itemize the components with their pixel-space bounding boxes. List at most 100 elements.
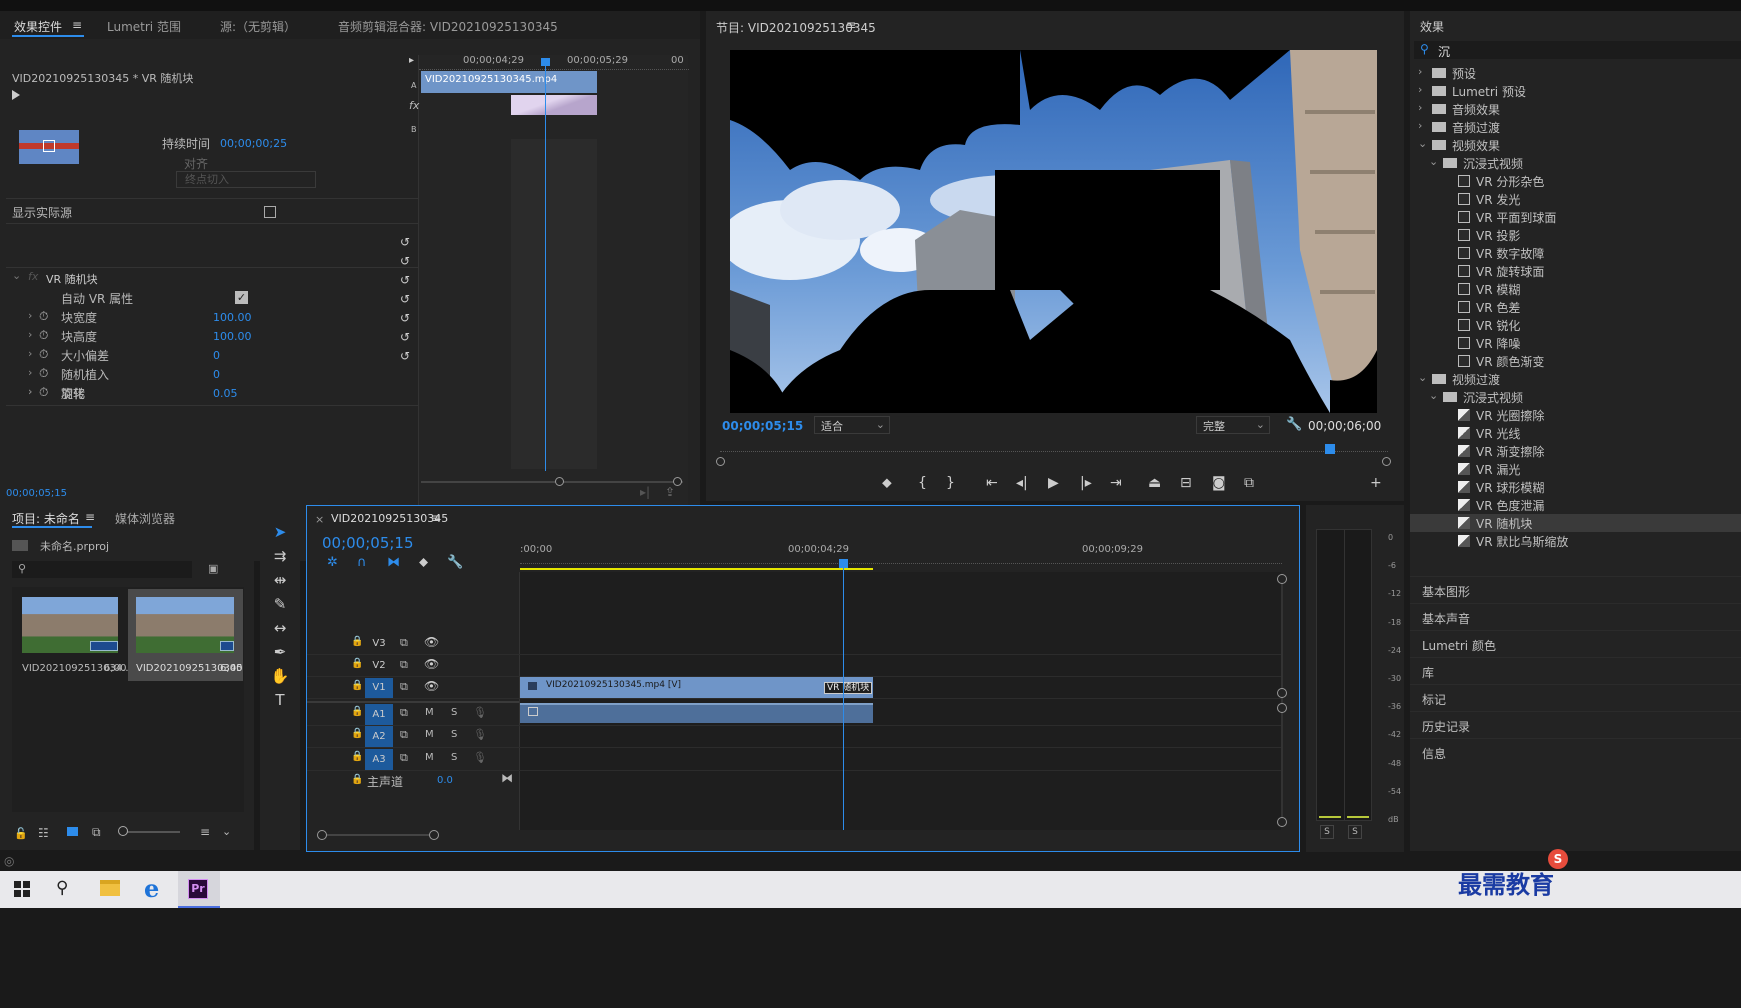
show-source-checkbox[interactable] <box>264 206 276 218</box>
side-panel-item[interactable]: 基本声音 <box>1410 603 1741 630</box>
effects-tree-item[interactable]: VR 光圈擦除 <box>1410 406 1741 424</box>
stopwatch-icon[interactable]: ⏱ <box>39 347 48 362</box>
play-icon[interactable]: ▶ <box>1048 475 1059 491</box>
param-value[interactable]: 0.05 <box>213 387 238 400</box>
track-lock-icon[interactable]: 🔒 <box>351 680 363 691</box>
snap-icon[interactable]: ∩ <box>357 555 367 570</box>
eye-icon[interactable]: 👁 <box>424 635 439 649</box>
ec-timecode[interactable]: 00;00;05;15 <box>6 488 67 499</box>
nest-icon[interactable]: ✲ <box>327 555 338 570</box>
sync-lock-icon[interactable]: ⧉ <box>400 680 408 694</box>
mute-button[interactable]: M <box>425 752 434 763</box>
effects-tree-item[interactable]: VR 颜色渐变 <box>1410 352 1741 370</box>
track-target-A3[interactable]: A3 <box>365 749 393 770</box>
param-expand-icon[interactable]: › <box>28 328 32 341</box>
extract-icon[interactable]: ⊟ <box>1180 475 1192 491</box>
project-menu-icon[interactable]: ≡ <box>85 510 95 524</box>
track-target-V3[interactable]: V3 <box>365 634 393 654</box>
effects-tree-item[interactable]: VR 旋转球面 <box>1410 262 1741 280</box>
timeline-playhead[interactable] <box>843 560 844 830</box>
lift-icon[interactable]: ⏏ <box>1148 475 1161 491</box>
effects-tree-item[interactable]: VR 平面到球面 <box>1410 208 1741 226</box>
eye-icon[interactable]: 👁 <box>424 657 439 671</box>
effects-tree-item[interactable]: VR 模糊 <box>1410 280 1741 298</box>
fit-dropdown[interactable]: 适合 ⌄ <box>814 416 890 434</box>
add-button-icon[interactable]: + <box>1370 475 1382 491</box>
expand-arrow-icon[interactable]: ⌄ <box>1418 371 1427 384</box>
transition-marker[interactable]: VR 随机块 <box>824 682 873 694</box>
track-target-V1[interactable]: V1 <box>365 678 393 698</box>
selection-tool-icon[interactable]: ➤ <box>270 523 290 543</box>
track-target-A1[interactable]: A1 <box>365 704 393 725</box>
reset-icon[interactable]: ↺ <box>400 235 410 249</box>
tab-audio-clip-mixer[interactable]: 音频剪辑混合器: VID20210925130345 <box>338 18 558 35</box>
a1-clip[interactable] <box>520 703 873 723</box>
pen-tool-icon[interactable]: ✒ <box>270 643 290 663</box>
effects-tree-item[interactable]: ⌄ 视频过渡 <box>1410 370 1741 388</box>
edge-icon[interactable]: e <box>144 874 159 903</box>
new-bin-icon[interactable]: ▣ <box>208 562 218 575</box>
tab-project[interactable]: 项目: 未命名 <box>12 510 80 527</box>
stopwatch-icon[interactable]: ⏱ <box>39 366 48 381</box>
solo-button[interactable]: S <box>451 752 457 763</box>
param-value[interactable]: 100.00 <box>213 330 252 343</box>
slip-tool-icon[interactable]: ↔ <box>270 619 290 639</box>
effects-tree-item[interactable]: ⌄ 沉浸式视频 <box>1410 154 1741 172</box>
sort-icon[interactable]: ≡ <box>200 825 210 839</box>
project-item-1[interactable]: VID2021092513034... 6;00 <box>14 589 132 681</box>
add-marker-icon[interactable]: ⬥ <box>419 555 428 570</box>
master-link-icon[interactable]: ⧓ <box>501 771 513 785</box>
tab-lumetri-scopes[interactable]: Lumetri 范围 <box>107 18 181 35</box>
track-target-V2[interactable]: V2 <box>365 656 393 676</box>
zoom-slider[interactable] <box>122 831 180 833</box>
type-tool-icon[interactable]: T <box>270 691 290 711</box>
ripple-edit-tool-icon[interactable]: ⇹ <box>270 571 290 591</box>
expand-arrow-icon[interactable]: › <box>1418 65 1422 78</box>
file-explorer-icon[interactable] <box>100 880 120 896</box>
sync-lock-icon[interactable]: ⧉ <box>400 751 408 765</box>
voiceover-icon[interactable]: 🎙 <box>473 706 487 719</box>
lock-icon[interactable]: 🔓 <box>14 827 28 840</box>
tab-media-browser[interactable]: 媒体浏览器 <box>115 510 175 527</box>
expand-arrow-icon[interactable]: › <box>1418 83 1422 96</box>
mini-scrollbar[interactable] <box>421 481 683 483</box>
side-panel-item[interactable]: 信息 <box>1410 738 1741 765</box>
step-forward-icon[interactable]: |▸ <box>1080 475 1092 491</box>
voiceover-icon[interactable]: 🎙 <box>473 728 487 741</box>
mute-button[interactable]: M <box>425 729 434 740</box>
effects-tree-item[interactable]: ⌄ 视频效果 <box>1410 136 1741 154</box>
windows-start-icon[interactable] <box>14 881 30 897</box>
stopwatch-icon[interactable]: ⏱ <box>39 309 48 324</box>
param-expand-icon[interactable]: › <box>28 366 32 379</box>
premiere-taskbar-item[interactable]: Pr <box>178 871 220 908</box>
program-playhead[interactable] <box>1325 444 1335 454</box>
mute-button[interactable]: M <box>425 707 434 718</box>
track-lock-icon[interactable]: 🔒 <box>351 706 363 717</box>
track-lock-icon[interactable]: 🔒 <box>351 751 363 762</box>
track-select-tool-icon[interactable]: ⇉ <box>270 547 290 567</box>
effects-tree-item[interactable]: VR 锐化 <box>1410 316 1741 334</box>
expand-arrow-icon[interactable]: ⌄ <box>1429 389 1438 402</box>
reset-icon[interactable]: ↺ <box>400 292 410 306</box>
icon-view-icon[interactable] <box>67 827 78 836</box>
effects-search[interactable]: ⚲ 沉 <box>1414 41 1741 59</box>
effects-tree-item[interactable]: VR 漏光 <box>1410 460 1741 478</box>
razor-tool-icon[interactable]: ✎ <box>270 595 290 615</box>
compare-icon[interactable]: ⧉ <box>1244 475 1254 491</box>
go-to-out-icon[interactable]: ⇥ <box>1110 475 1122 491</box>
timeline-timecode[interactable]: 00;00;05;15 <box>322 534 414 552</box>
effect-expand-icon[interactable]: ⌄ <box>12 269 21 282</box>
linked-selection-icon[interactable]: ⧓ <box>387 555 400 570</box>
sync-lock-icon[interactable]: ⧉ <box>400 706 408 720</box>
voiceover-icon[interactable]: 🎙 <box>473 751 487 764</box>
project-item-2[interactable]: VID20210925130345 6;00 <box>128 589 243 681</box>
effects-tree-item[interactable]: VR 球形模糊 <box>1410 478 1741 496</box>
go-to-in-icon[interactable]: ⇤ <box>986 475 998 491</box>
sync-lock-icon[interactable]: ⧉ <box>400 658 408 672</box>
side-panel-item[interactable]: 库 <box>1410 657 1741 684</box>
side-panel-item[interactable]: 基本图形 <box>1410 576 1741 603</box>
rotate-expand-icon[interactable]: › <box>28 385 32 398</box>
search-icon[interactable]: ⚲ <box>56 878 68 898</box>
auto-vr-checkbox[interactable]: ✓ <box>235 291 248 304</box>
timeline-v-scrollbar[interactable] <box>1281 574 1283 824</box>
